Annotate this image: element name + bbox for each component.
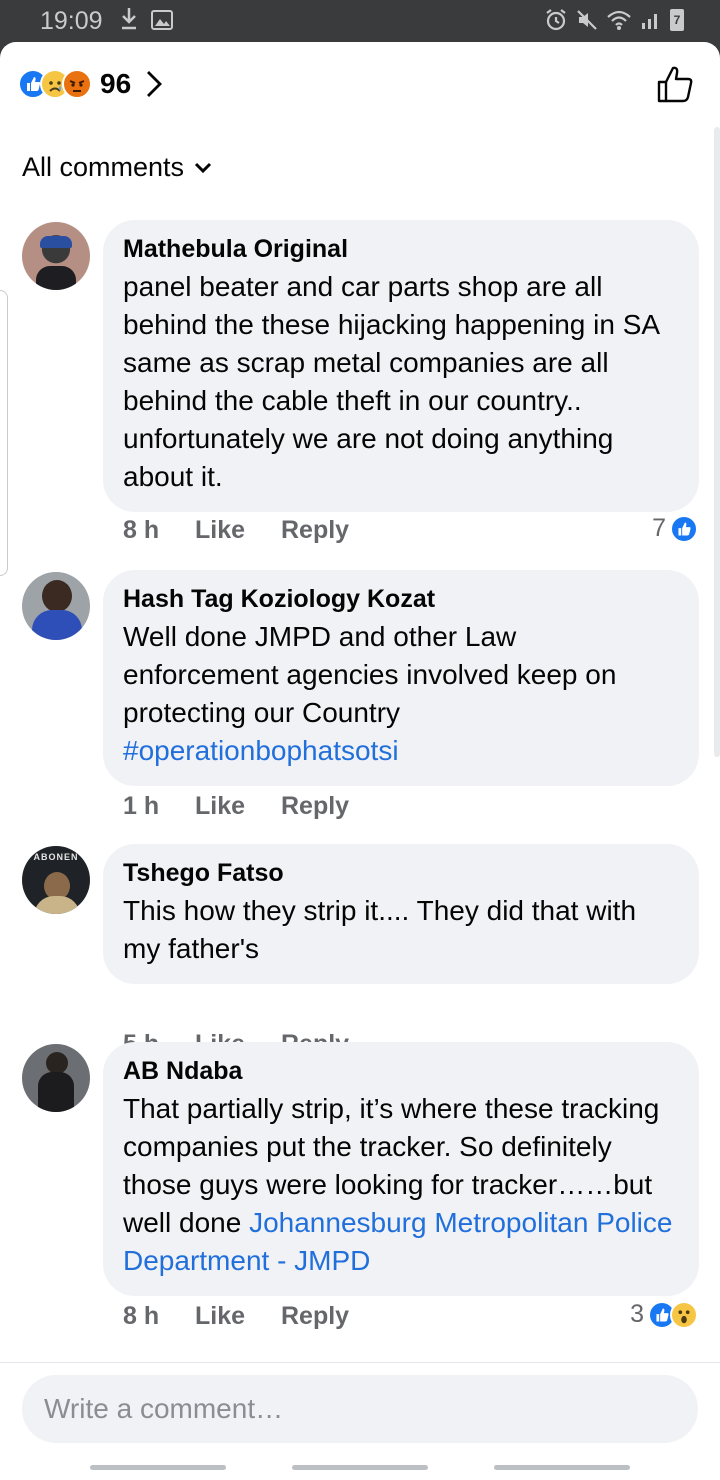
chevron-down-icon	[194, 162, 212, 173]
download-icon	[122, 8, 136, 30]
filter-label: All comments	[22, 152, 185, 182]
nav-handle-right	[494, 1465, 630, 1470]
comment-actions: 1 h Like Reply	[123, 792, 349, 821]
comment-reaction-count: 7	[652, 514, 666, 542]
comment-author[interactable]: Tshego Fatso	[123, 858, 679, 888]
chevron-right-icon	[147, 71, 163, 97]
side-edge	[0, 290, 8, 576]
comments-sheet: 96 All comments Mathebula Original panel…	[0, 42, 720, 1480]
avatar[interactable]	[22, 1044, 90, 1112]
comment-bubble: Mathebula Original panel beater and car …	[103, 220, 699, 512]
comment-time[interactable]: 1 h	[123, 792, 195, 821]
comment-reaction-count: 3	[630, 1300, 644, 1328]
like-button[interactable]: Like	[195, 516, 281, 545]
comment-actions: 8 h Like Reply	[123, 1302, 349, 1331]
reaction-count: 96	[100, 68, 132, 99]
avatar[interactable]	[22, 572, 90, 640]
image-notification-icon	[151, 10, 173, 30]
comment-text-main: Well done JMPD and other Law enforcement…	[123, 621, 617, 728]
battery-icon: 7	[670, 9, 684, 31]
scrollbar[interactable]	[714, 127, 720, 757]
write-comment-input[interactable]	[22, 1375, 698, 1443]
like-button[interactable]: Like	[195, 1302, 281, 1331]
avatar-sign-text: ABONEN	[33, 852, 79, 862]
comment-actions: 8 h Like Reply	[123, 516, 349, 545]
alarm-icon	[546, 9, 566, 31]
nav-handle-center	[292, 1465, 428, 1470]
reactions-summary[interactable]: 96	[18, 64, 163, 104]
wifi-icon	[607, 10, 631, 30]
comment-bubble: Hash Tag Koziology Kozat Well done JMPD …	[103, 570, 699, 786]
comment-text: This how they strip it.... They did that…	[123, 895, 637, 964]
comment-reactions[interactable]: 7	[652, 514, 698, 543]
reply-button[interactable]: Reply	[281, 792, 349, 821]
status-bar: 19:09 7	[0, 0, 720, 42]
comment-text: panel beater and car parts shop are all …	[123, 271, 659, 492]
status-time: 19:09	[40, 7, 103, 35]
mute-icon	[577, 10, 597, 30]
comment-text: Well done JMPD and other Law enforcement…	[123, 618, 679, 770]
reply-button[interactable]: Reply	[281, 1302, 349, 1331]
signal-icon	[642, 14, 657, 29]
comments-filter[interactable]: All comments	[22, 152, 212, 183]
nav-handle-left	[90, 1465, 226, 1470]
reply-button[interactable]: Reply	[281, 516, 349, 545]
comment-author[interactable]: AB Ndaba	[123, 1056, 679, 1086]
like-post-icon[interactable]	[656, 64, 694, 104]
comment-time[interactable]: 8 h	[123, 516, 195, 545]
comment-time[interactable]: 8 h	[123, 1302, 195, 1331]
wow-reaction-icon	[670, 1300, 698, 1329]
angry-reaction-icon	[62, 69, 92, 99]
comment-composer	[0, 1362, 720, 1480]
like-reaction-icon	[670, 514, 698, 543]
comment-author[interactable]: Hash Tag Koziology Kozat	[123, 584, 679, 614]
avatar[interactable]: ABONEN	[22, 846, 90, 914]
hashtag-link[interactable]: #operationbophatsotsi	[123, 735, 399, 766]
comment-text: That partially strip, it’s where these t…	[123, 1090, 679, 1280]
like-button[interactable]: Like	[195, 792, 281, 821]
comment-reactions[interactable]: 3	[630, 1300, 698, 1329]
avatar[interactable]	[22, 222, 90, 290]
comment-author[interactable]: Mathebula Original	[123, 234, 679, 264]
comment-bubble: AB Ndaba That partially strip, it’s wher…	[103, 1042, 699, 1296]
comment-bubble: Tshego Fatso This how they strip it.... …	[103, 844, 699, 984]
